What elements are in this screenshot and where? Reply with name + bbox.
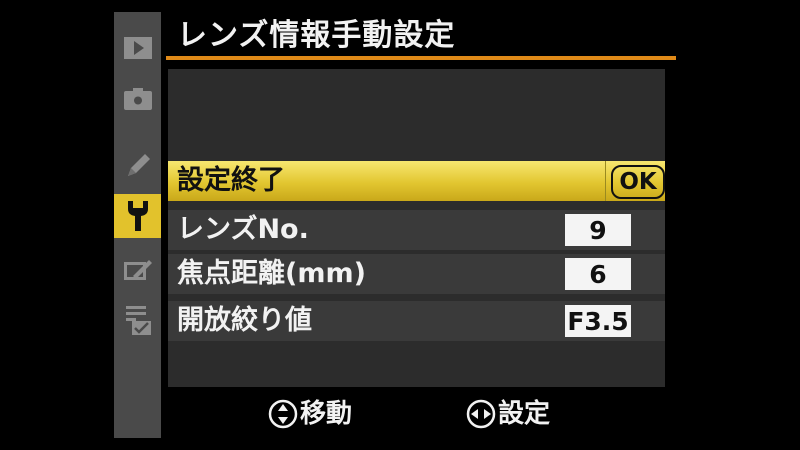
max-aperture-label: 開放絞り値 — [177, 305, 312, 336]
ok-button[interactable]: OK — [611, 165, 665, 199]
move-hint-label: 移動 — [300, 399, 353, 429]
menu-tab-sidebar — [114, 12, 161, 438]
menu-item-done[interactable]: 設定終了 OK — [168, 161, 665, 201]
menu-item-lens-number[interactable]: レンズNo. 9 — [168, 210, 665, 250]
max-aperture-value[interactable]: F3.5 — [565, 305, 631, 337]
move-hint: 移動 — [268, 392, 352, 436]
my-menu-icon[interactable] — [114, 298, 161, 342]
menu-item-max-aperture[interactable]: 開放絞り値 F3.5 — [168, 301, 665, 341]
row-divider — [605, 161, 606, 201]
focal-length-value[interactable]: 6 — [565, 258, 631, 290]
lens-number-label: レンズNo. — [177, 214, 309, 245]
lens-number-value[interactable]: 9 — [565, 214, 631, 246]
playback-icon[interactable] — [114, 26, 161, 70]
set-hint-label: 設定 — [498, 399, 551, 429]
wrench-setup-icon[interactable] — [114, 194, 161, 238]
set-hint: 設定 — [466, 392, 550, 436]
focal-length-label: 焦点距離(mm) — [177, 258, 366, 289]
retouch-icon[interactable] — [114, 248, 161, 292]
multi-selector-right-icon — [466, 399, 496, 429]
multi-selector-up-down-icon — [268, 399, 298, 429]
shooting-menu-icon[interactable] — [114, 78, 161, 122]
page-title: レンズ情報手動設定 — [177, 18, 456, 53]
title-divider — [166, 56, 676, 60]
pencil-custom-settings-icon[interactable] — [114, 144, 161, 188]
menu-item-focal-length[interactable]: 焦点距離(mm) 6 — [168, 254, 665, 294]
menu-item-done-label: 設定終了 — [177, 165, 285, 196]
